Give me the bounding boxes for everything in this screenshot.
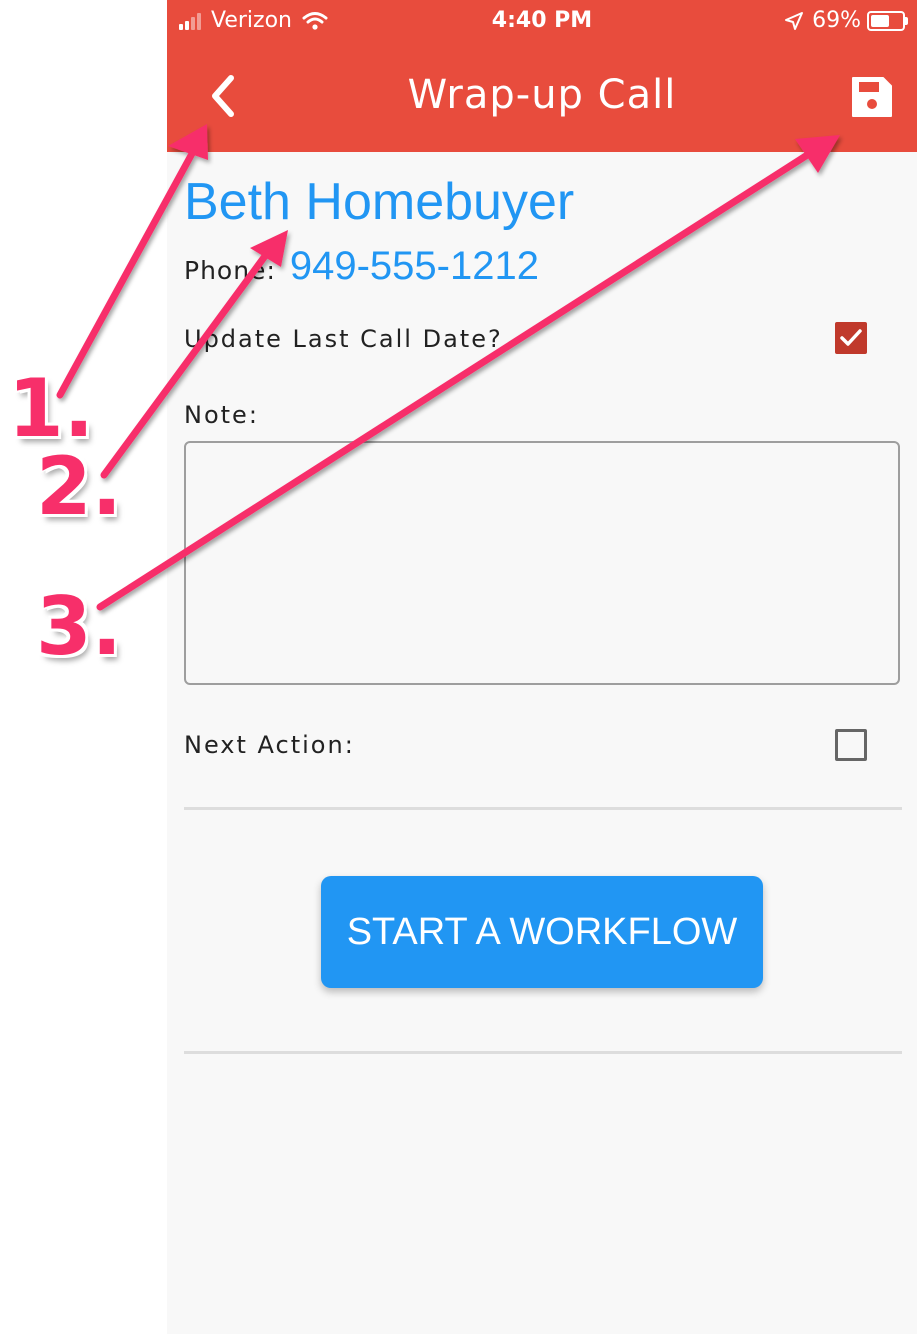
contact-name[interactable]: Beth Homebuyer (184, 172, 574, 232)
update-last-call-label: Update Last Call Date? (184, 325, 503, 353)
annotation-step-3: 3. (36, 580, 123, 673)
battery-fill (871, 14, 889, 27)
battery-icon (867, 10, 908, 31)
battery-percent: 69% (812, 8, 861, 33)
checkmark-icon (840, 329, 862, 346)
next-action-label: Next Action: (184, 731, 355, 759)
floppy-disk-icon (852, 77, 892, 117)
save-button[interactable] (849, 74, 895, 120)
note-textarea[interactable] (184, 441, 900, 685)
phone-label: Phone: (184, 256, 276, 285)
app-bar: Wrap-up Call (167, 42, 917, 152)
phone-number-link[interactable]: 949-555-1212 (290, 244, 539, 289)
status-right: 69% (784, 8, 908, 33)
page-title: Wrap-up Call (407, 72, 677, 118)
location-arrow-icon (785, 11, 804, 30)
note-label: Note: (184, 401, 259, 429)
status-bar: Verizon 4:40 PM 69% (167, 0, 917, 42)
start-workflow-button[interactable]: START A WORKFLOW (321, 876, 763, 988)
next-action-checkbox[interactable] (835, 729, 867, 761)
divider-top (184, 807, 902, 810)
phone-row: Phone: 949-555-1212 (184, 244, 539, 289)
update-last-call-checkbox[interactable] (835, 322, 867, 354)
phone-screen: Verizon 4:40 PM 69% Wrap-up Call Beth Ho… (167, 0, 917, 1334)
annotation-step-2: 2. (36, 440, 123, 533)
divider-bottom (184, 1051, 902, 1054)
